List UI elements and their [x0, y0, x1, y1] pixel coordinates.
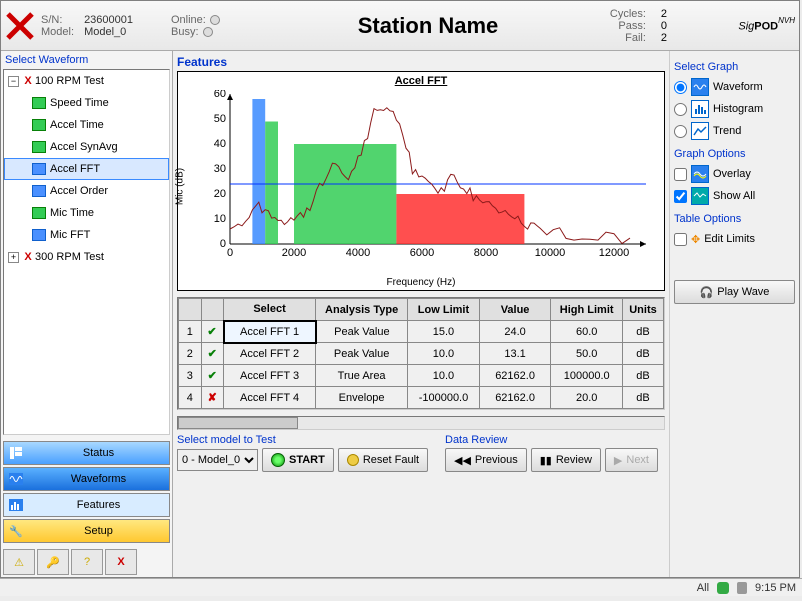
key-icon-button[interactable]: 🔑 — [37, 549, 69, 575]
svg-text:0: 0 — [220, 238, 226, 250]
svg-text:10000: 10000 — [535, 247, 566, 259]
overlay-icon — [691, 165, 709, 183]
table-row[interactable]: 2✔Accel FFT 2Peak Value10.013.150.0dB — [179, 343, 664, 365]
data-review-title: Data Review — [445, 434, 665, 446]
editlimits-option[interactable]: ✥Edit Limits — [674, 228, 795, 250]
status-bar: All 9:15 PM — [0, 578, 802, 596]
connection-status: Online: Busy: — [171, 14, 281, 38]
svg-text:12000: 12000 — [599, 247, 630, 259]
table-row[interactable]: 3✔Accel FFT 3True Area10.062162.0100000.… — [179, 365, 664, 387]
wrench-icon: 🔧 — [4, 520, 28, 542]
device-info: S/N: 23600001 Model: Model_0 — [41, 14, 171, 38]
pause-icon: ▮▮ — [540, 454, 552, 467]
svg-text:40: 40 — [214, 138, 226, 150]
table-row[interactable]: 4✘Accel FFT 4Envelope-100000.062162.020.… — [179, 387, 664, 409]
tree-waveform[interactable]: Accel Order — [4, 180, 169, 202]
station-title: Station Name — [281, 13, 575, 39]
app-logo — [5, 11, 35, 41]
busy-led-icon — [203, 27, 213, 37]
svg-text:20: 20 — [214, 188, 226, 200]
svg-text:60: 60 — [214, 90, 226, 100]
brand-logo: SigPODNVH — [675, 16, 795, 34]
horizontal-scrollbar[interactable] — [177, 416, 665, 430]
tree-test[interactable]: +X 300 RPM Test — [4, 246, 169, 268]
table-options-title: Table Options — [674, 213, 795, 225]
reset-fault-button[interactable]: Reset Fault — [338, 448, 428, 472]
nav-setup[interactable]: 🔧Setup — [3, 519, 170, 543]
status-icon — [717, 582, 729, 594]
svg-text:10: 10 — [214, 213, 226, 225]
trend-icon — [691, 122, 709, 140]
rewind-icon: ◀◀ — [454, 454, 471, 467]
model-select[interactable]: 0 - Model_0 — [177, 449, 258, 471]
select-graph-title: Select Graph — [674, 61, 795, 73]
svg-text:2000: 2000 — [282, 247, 306, 259]
tree-test[interactable]: −X 100 RPM Test — [4, 70, 169, 92]
sidebar-title: Select Waveform — [1, 51, 172, 69]
svg-text:8000: 8000 — [474, 247, 498, 259]
analysis-table[interactable]: SelectAnalysis TypeLow LimitValueHigh Li… — [177, 297, 665, 410]
help-icon-button[interactable]: ? — [71, 549, 103, 575]
overlay-option[interactable]: Overlay — [674, 163, 795, 185]
alert-icon-button[interactable]: ⚠ — [3, 549, 35, 575]
fft-chart[interactable]: Accel FFT Mic (dB) Frequency (Hz) 010203… — [177, 71, 665, 291]
headphones-icon: 🎧 — [700, 286, 714, 299]
showall-icon — [691, 187, 709, 205]
waveform-tree[interactable]: −X 100 RPM TestSpeed TimeAccel TimeAccel… — [3, 69, 170, 435]
showall-option[interactable]: Show All — [674, 185, 795, 207]
table-row[interactable]: 1✔Accel FFT 1Peak Value15.024.060.0dB — [179, 321, 664, 343]
svg-text:6000: 6000 — [410, 247, 434, 259]
tree-waveform[interactable]: Accel FFT — [4, 158, 169, 180]
svg-text:0: 0 — [227, 247, 233, 259]
forward-icon: ▶ — [614, 454, 622, 467]
svg-text:4000: 4000 — [346, 247, 370, 259]
tree-waveform[interactable]: Mic FFT — [4, 224, 169, 246]
nav-waveforms[interactable]: Waveforms — [3, 467, 170, 491]
tree-waveform[interactable]: Speed Time — [4, 92, 169, 114]
features-title: Features — [177, 55, 665, 69]
play-wave-button[interactable]: 🎧Play Wave — [674, 280, 795, 304]
model-select-title: Select model to Test — [177, 434, 437, 446]
online-led-icon — [210, 15, 220, 25]
waveform-icon — [691, 78, 709, 96]
play-icon — [271, 453, 285, 467]
graph-histogram-option[interactable]: Histogram — [674, 98, 795, 120]
start-button[interactable]: START — [262, 448, 334, 472]
svg-text:30: 30 — [214, 163, 226, 175]
review-button[interactable]: ▮▮Review — [531, 448, 601, 472]
previous-button[interactable]: ◀◀Previous — [445, 448, 527, 472]
nav-status[interactable]: Status — [3, 441, 170, 465]
cycle-counts: Cycles: 2 Pass: 0 Fail: 2 — [575, 8, 675, 44]
next-button[interactable]: ▶Next — [605, 448, 658, 472]
svg-text:50: 50 — [214, 113, 226, 125]
close-icon-button[interactable]: X — [105, 549, 137, 575]
histogram-icon — [691, 100, 709, 118]
move-icon: ✥ — [691, 233, 700, 246]
reset-icon — [347, 454, 359, 466]
tree-waveform[interactable]: Accel Time — [4, 114, 169, 136]
tree-waveform[interactable]: Accel SynAvg — [4, 136, 169, 158]
graph-waveform-option[interactable]: Waveform — [674, 76, 795, 98]
battery-icon — [737, 582, 747, 594]
graph-options-title: Graph Options — [674, 148, 795, 160]
nav-features[interactable]: Features — [3, 493, 170, 517]
tree-waveform[interactable]: Mic Time — [4, 202, 169, 224]
graph-trend-option[interactable]: Trend — [674, 120, 795, 142]
